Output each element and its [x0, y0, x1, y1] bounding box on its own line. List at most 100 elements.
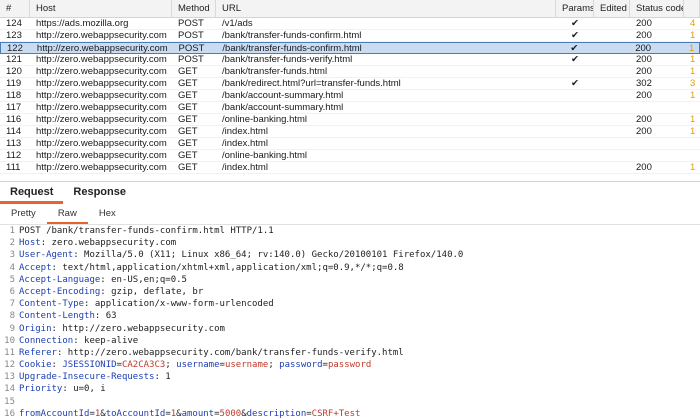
header-name: Accept-Language: [19, 274, 101, 285]
cell-params: ✔: [570, 43, 579, 53]
line-content: Upgrade-Insecure-Requests: 1: [19, 371, 171, 383]
body-param-name: fromAccountId: [19, 408, 90, 419]
editor-line: 5 Accept-Language: en-US,en;q=0.5: [0, 274, 700, 286]
cell-status: [630, 150, 684, 161]
cell-status: 302: [636, 78, 652, 89]
cell-extra: 1: [690, 30, 696, 41]
line-number: 5: [9, 274, 15, 285]
raw-request-editor[interactable]: 1 POST /bank/transfer-funds-confirm.html …: [0, 225, 700, 419]
editor-line: 7 Content-Type: application/x-www-form-ur…: [0, 298, 700, 310]
cell-extra: 1: [690, 66, 696, 77]
cell-status: 200: [635, 43, 652, 53]
header-value: Mozilla/5.0 (X11; Linux x86_64; rv:140.0…: [78, 250, 464, 261]
table-row[interactable]: 124 https://ads.mozilla.org POST/v1/ads ✔ 20…: [0, 18, 700, 30]
editor-line: 14 Priority: u=0, i: [0, 383, 700, 395]
column-header-url[interactable]: URL: [216, 0, 556, 17]
cookie-separator: ;: [165, 360, 177, 371]
header-name: Upgrade-Insecure-Requests: [19, 372, 155, 383]
column-header-host[interactable]: Host: [30, 0, 172, 17]
table-row[interactable]: 112 http://zero.webappsecurity.com GET/onl…: [0, 150, 700, 162]
cell-params: ✔: [571, 54, 579, 65]
editor-line: 12 Cookie: JSESSIONID=CA2CA3C3; username=…: [0, 359, 700, 371]
cell-status: 200: [636, 54, 652, 65]
table-header: # Host Method URL Params Edited Status c…: [0, 0, 700, 18]
line-number: 14: [4, 384, 15, 395]
http-history-table: # Host Method URL Params Edited Status c…: [0, 0, 700, 181]
table-row[interactable]: 116 http://zero.webappsecurity.com GET/onl…: [0, 114, 700, 126]
cell-url: /bank/transfer-funds-verify.html: [222, 54, 353, 65]
cell-status: 200: [636, 18, 652, 29]
table-row[interactable]: 120 http://zero.webappsecurity.com GET/ban…: [0, 66, 700, 78]
table-row[interactable]: 114 http://zero.webappsecurity.com GET/ind…: [0, 126, 700, 138]
cell-extra: 1: [690, 114, 696, 125]
table-row[interactable]: 113 http://zero.webappsecurity.com GET/ind…: [0, 138, 700, 150]
cell-url: /v1/ads: [222, 18, 253, 29]
cell-params: ✔: [571, 78, 579, 89]
cell-edited: [594, 126, 630, 137]
cell-number: 124: [6, 18, 22, 29]
header-value: http://zero.webappsecurity.com: [56, 323, 225, 334]
cell-url: /bank/account-summary.html: [222, 90, 344, 101]
table-row[interactable]: 117 http://zero.webappsecurity.com GET/ban…: [0, 102, 700, 114]
cell-number: 111: [6, 162, 21, 173]
header-name: Cookie: [19, 360, 52, 371]
cell-method: GET: [178, 78, 198, 89]
column-header-edited[interactable]: Edited: [594, 0, 630, 17]
column-header-params[interactable]: Params: [556, 0, 594, 17]
cell-extra: 1: [690, 54, 696, 65]
cell-status: 200: [636, 162, 652, 173]
cell-edited: [594, 66, 630, 77]
header-name: Content-Length: [19, 311, 95, 322]
cell-params: [556, 114, 594, 125]
cell-edited: [594, 78, 630, 89]
tab-raw[interactable]: Raw: [46, 205, 88, 224]
cookie-separator: ;: [268, 360, 280, 371]
line-content: Priority: u=0, i: [19, 383, 106, 395]
cell-extra: 4: [690, 18, 696, 29]
line-content: Content-Type: application/x-www-form-url…: [19, 298, 274, 310]
cell-edited: [594, 162, 630, 173]
line-content: Accept-Encoding: gzip, deflate, br: [19, 286, 203, 298]
cell-method: GET: [178, 102, 198, 113]
tab-response[interactable]: Response: [63, 182, 136, 204]
column-header-number[interactable]: #: [0, 0, 30, 17]
tab-hex[interactable]: Hex: [88, 205, 127, 224]
cell-params: [556, 138, 594, 149]
table-row[interactable]: 121 http://zero.webappsecurity.com POST/ba…: [0, 54, 700, 66]
cell-edited: [594, 30, 630, 41]
line-number: 15: [4, 396, 15, 407]
header-name: Host: [19, 238, 41, 249]
cell-method: GET: [178, 150, 198, 161]
message-tabs: Request Response: [0, 181, 700, 204]
editor-line: 2 Host: zero.webappsecurity.com: [0, 237, 700, 249]
column-header-extra[interactable]: [684, 0, 700, 17]
cell-params: [556, 90, 594, 101]
cell-host: http://zero.webappsecurity.com: [36, 126, 167, 137]
header-value: zero.webappsecurity.com: [46, 238, 177, 249]
cell-edited: [594, 90, 630, 101]
column-header-status-code[interactable]: Status code: [630, 0, 684, 17]
cell-method: GET: [178, 114, 198, 125]
line-number: 11: [4, 347, 15, 358]
table-row[interactable]: 119 http://zero.webappsecurity.com GET/ban…: [0, 78, 700, 90]
cell-url: /online-banking.html: [222, 114, 308, 125]
cell-edited: [594, 102, 630, 113]
line-number: 7: [9, 299, 15, 310]
header-name: Accept: [19, 262, 52, 273]
line-content: Host: zero.webappsecurity.com: [19, 237, 176, 249]
table-row[interactable]: 118 http://zero.webappsecurity.com GET/ban…: [0, 90, 700, 102]
editor-line: 4 Accept: text/html,application/xhtml+xml…: [0, 262, 700, 274]
cell-host: http://zero.webappsecurity.com: [36, 54, 167, 65]
view-tabs: Pretty Raw Hex: [0, 205, 700, 225]
table-row[interactable]: 123 http://zero.webappsecurity.com POST/ba…: [0, 30, 700, 42]
table-row[interactable]: 111 http://zero.webappsecurity.com GET/ind…: [0, 162, 700, 174]
cell-host: http://zero.webappsecurity.com: [36, 114, 167, 125]
cell-host: http://zero.webappsecurity.com: [36, 102, 167, 113]
tab-pretty[interactable]: Pretty: [0, 205, 47, 224]
body-param-name: toAccountId: [105, 408, 166, 419]
cell-host: http://zero.webappsecurity.com: [36, 150, 167, 161]
column-header-method[interactable]: Method: [172, 0, 216, 17]
table-row[interactable]: 122 http://zero.webappsecurity.com POST/ba…: [0, 42, 700, 54]
tab-request[interactable]: Request: [0, 182, 64, 204]
cell-number: 120: [6, 66, 22, 77]
